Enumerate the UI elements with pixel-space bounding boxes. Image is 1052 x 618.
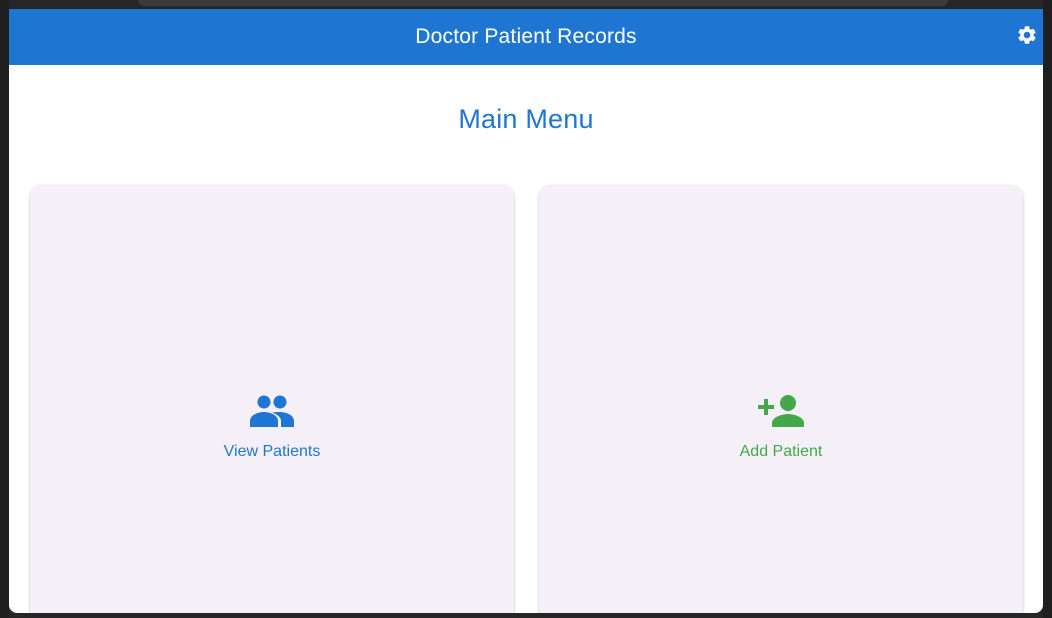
add-patient-label: Add Patient: [739, 443, 823, 460]
add-patient-card[interactable]: Add Patient: [539, 185, 1023, 613]
person-add-icon: [757, 391, 805, 431]
app-title: Doctor Patient Records: [415, 25, 637, 48]
page-title: Main Menu: [458, 104, 594, 134]
view-patients-label: View Patients: [223, 443, 321, 460]
background-window-strip: [138, 0, 948, 6]
gear-icon: [1016, 24, 1038, 51]
app-bar: Doctor Patient Records: [9, 9, 1043, 65]
people-icon: [248, 391, 296, 431]
settings-button[interactable]: [1013, 23, 1041, 51]
view-patients-card[interactable]: View Patients: [30, 185, 514, 613]
background-left-edge: [0, 0, 9, 618]
app-window: Doctor Patient Records Main Menu View Pa…: [9, 9, 1043, 613]
background-right-edge: [1043, 0, 1052, 618]
